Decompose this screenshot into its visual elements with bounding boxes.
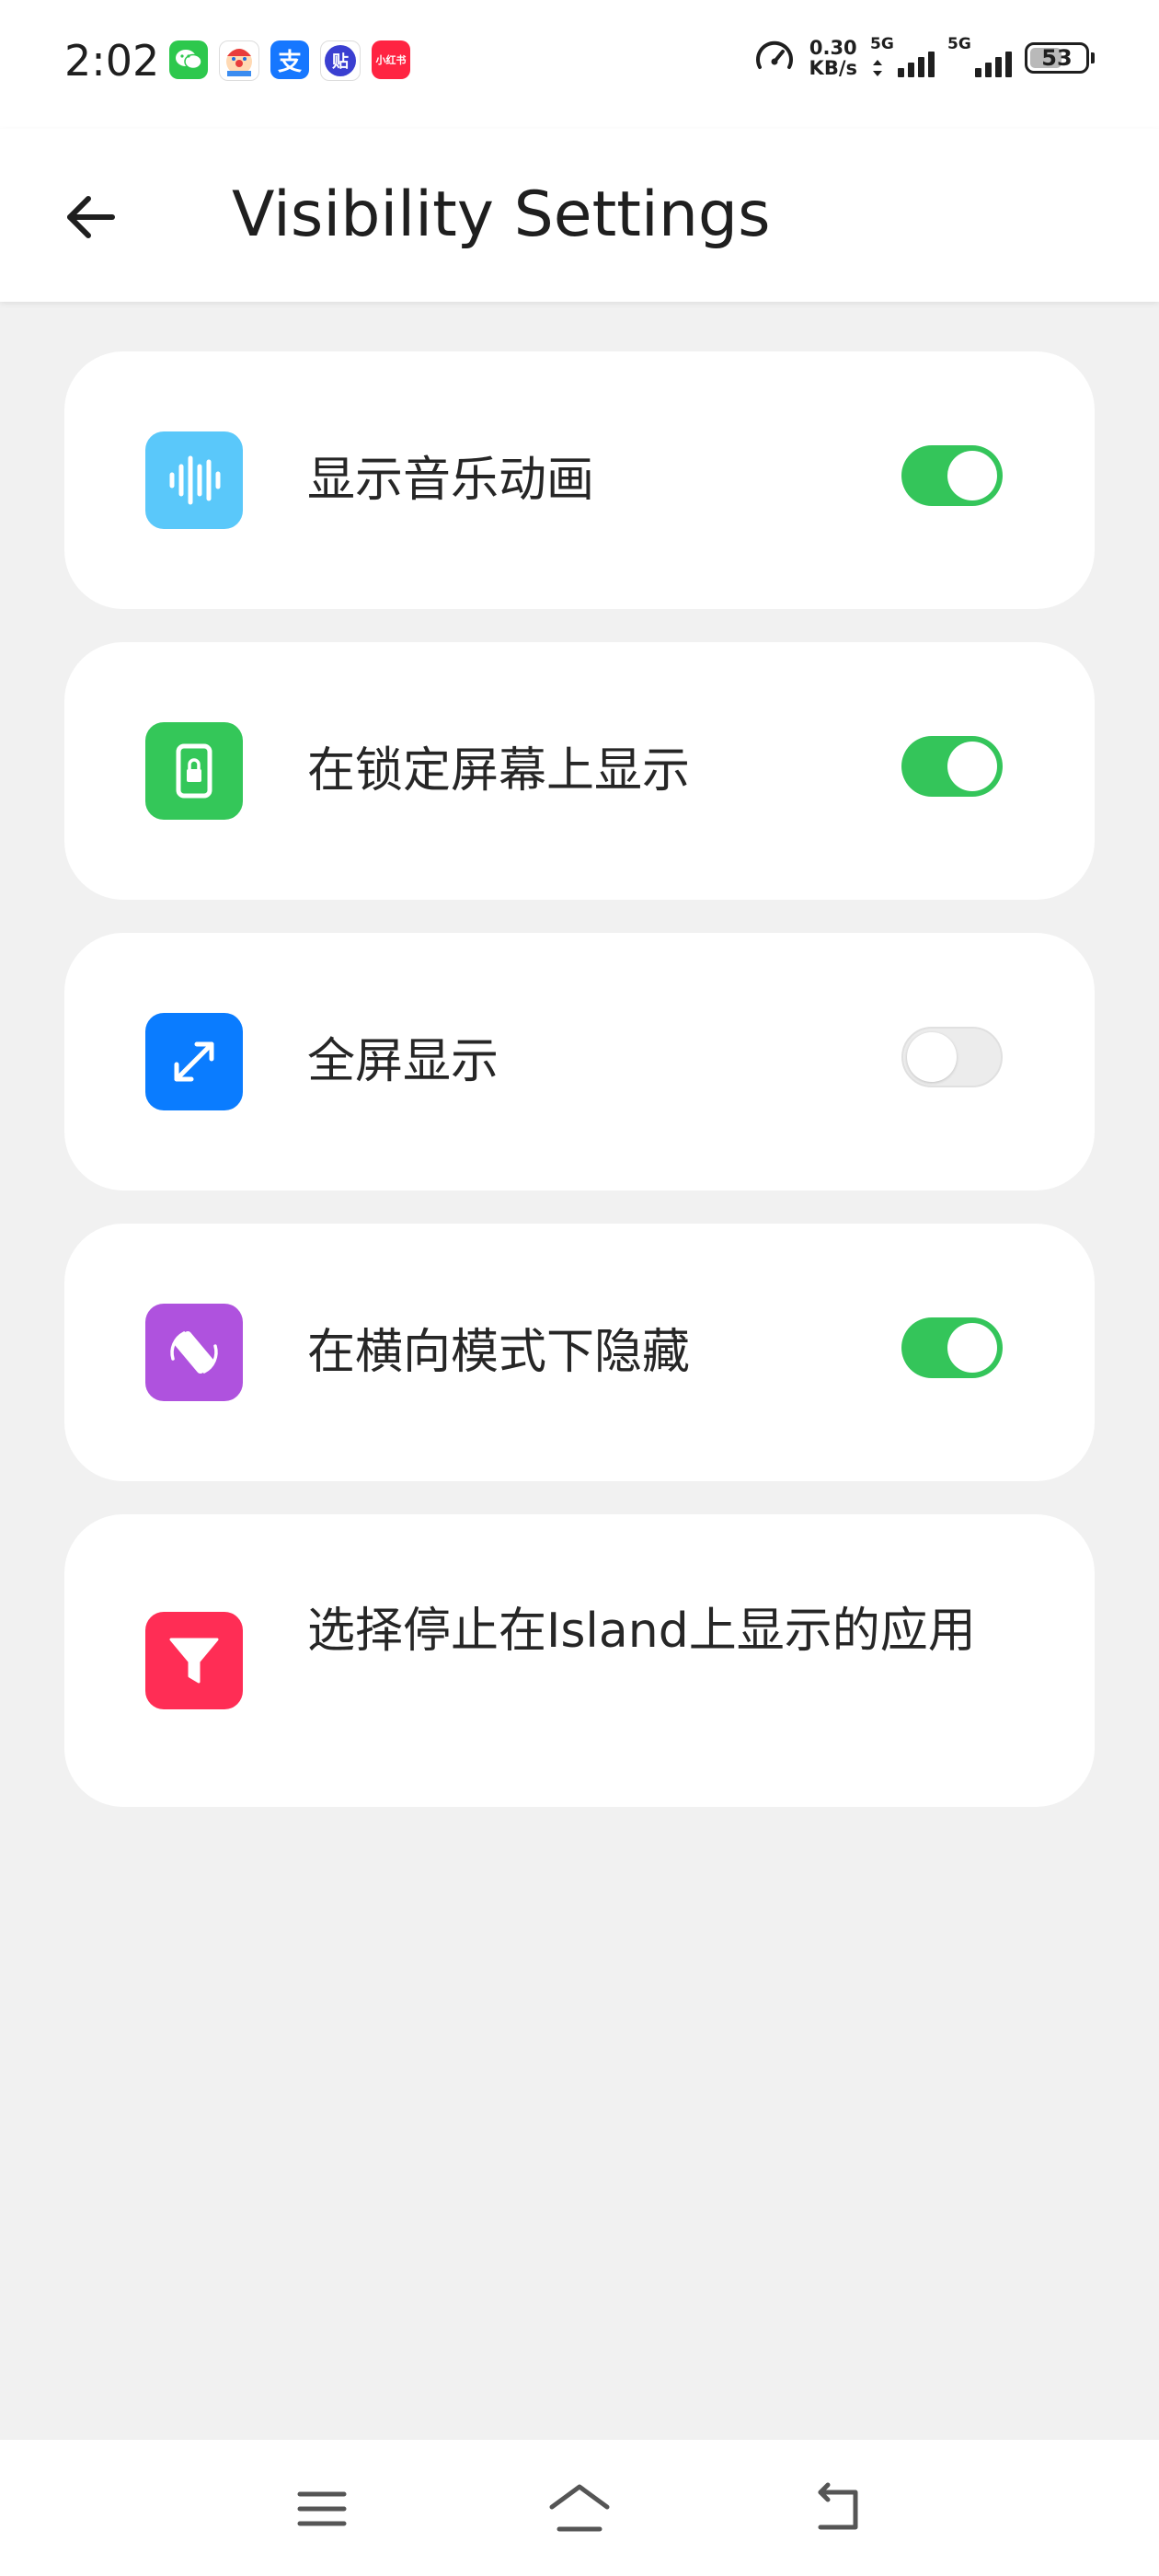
arrow-left-icon: [67, 196, 115, 238]
sim2-network-type: 5G: [947, 35, 971, 53]
menu-button[interactable]: [281, 2467, 363, 2550]
sim2-signal: 5G: [947, 35, 1012, 81]
speedometer-icon: [755, 40, 793, 69]
network-speed: 0.30 KB/s: [809, 38, 857, 78]
network-speed-unit: KB/s: [809, 57, 857, 79]
app-bar: Visibility Settings: [0, 129, 1159, 302]
home-icon: [549, 2484, 610, 2532]
rotate-device-icon: [145, 1304, 243, 1401]
setting-label: 全屏显示: [307, 1034, 499, 1089]
home-button[interactable]: [538, 2467, 621, 2550]
expand-arrows-icon: [145, 1013, 243, 1110]
network-speed-value: 0.30: [809, 37, 857, 59]
setting-card-choose-apps[interactable]: 选择停止在Island上显示的应用: [64, 1514, 1095, 1807]
setting-card-landscape[interactable]: 在横向模式下隐藏: [64, 1224, 1095, 1481]
setting-card-music-animation[interactable]: 显示音乐动画: [64, 351, 1095, 609]
xiaohongshu-icon: 小红书: [372, 40, 410, 79]
landscape-hide-toggle[interactable]: [901, 1317, 1003, 1378]
data-transfer-icon: [873, 60, 882, 76]
lock-screen-icon: [145, 722, 243, 820]
page-title: Visibility Settings: [232, 178, 771, 251]
battery-icon: 53: [1025, 42, 1089, 74]
setting-label: 选择停止在Island上显示的应用: [307, 1604, 976, 1659]
status-bar: 2:02 支 贴 小红书 0.30 KB/s 5G 5G 53: [0, 0, 1159, 129]
status-time: 2:02: [64, 36, 160, 86]
sim1-network-type: 5G: [870, 35, 894, 53]
signal-bars-icon: [975, 52, 1012, 77]
sim1-signal: 5G: [870, 35, 935, 81]
tieba-icon: 贴: [320, 40, 361, 81]
battery-level: 53: [1041, 45, 1073, 71]
sound-wave-icon: [145, 431, 243, 529]
music-animation-toggle[interactable]: [901, 445, 1003, 506]
setting-card-full-screen[interactable]: 全屏显示: [64, 933, 1095, 1190]
setting-label: 在锁定屏幕上显示: [307, 743, 691, 799]
wechat-icon: [169, 40, 208, 79]
clown-app-icon: [219, 40, 259, 81]
navigation-bar: [0, 2440, 1159, 2576]
full-screen-toggle[interactable]: [901, 1027, 1003, 1087]
lock-screen-toggle[interactable]: [901, 736, 1003, 797]
alipay-icon: 支: [270, 40, 309, 79]
status-indicators: 0.30 KB/s 5G 5G 53: [752, 35, 1095, 81]
setting-card-lock-screen[interactable]: 在锁定屏幕上显示: [64, 642, 1095, 900]
notification-app-icons: 支 贴 小红书: [169, 40, 410, 81]
battery-indicator: 53: [1025, 42, 1095, 74]
back-button[interactable]: [46, 173, 134, 261]
menu-icon: [297, 2491, 347, 2526]
back-nav-button[interactable]: [796, 2467, 878, 2550]
setting-label: 在横向模式下隐藏: [307, 1325, 691, 1380]
filter-icon: [145, 1612, 243, 1709]
signal-bars-icon: [898, 52, 935, 77]
setting-label: 显示音乐动画: [307, 453, 595, 508]
back-return-icon: [818, 2482, 858, 2530]
